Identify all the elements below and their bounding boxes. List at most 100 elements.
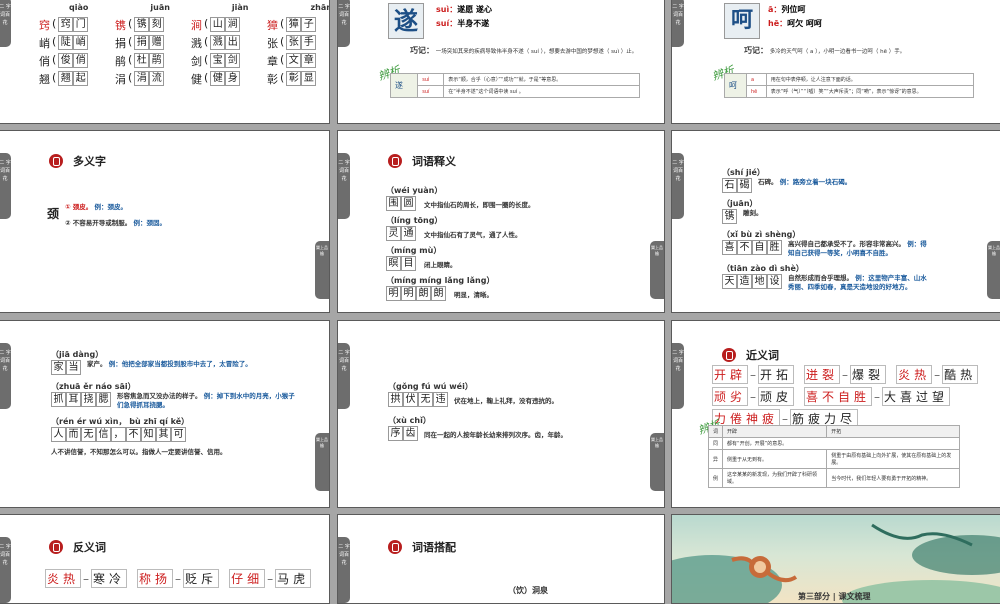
slide-title: 近义词 xyxy=(746,349,779,362)
definition: 文中指仙石的周长，即围一圈的长度。 xyxy=(424,200,535,209)
word-pair: 炎热 – 酷热 xyxy=(896,365,979,384)
pair-dash: – xyxy=(874,389,881,404)
char-box: 镌 xyxy=(722,209,737,224)
table-cell: hē xyxy=(746,85,767,98)
slide-thumb-8[interactable]: 二 字词百花 樂上品檢 （gǒng fú wú wéi）拱伏无违伏在地上，鞠上礼… xyxy=(337,320,665,508)
pinyin: （xǐ bù zì shèng） xyxy=(722,230,801,239)
slide-thumb-9[interactable]: 二 字词百花 近义词 开辟 – 开拓 迸裂 – 爆裂 炎热 – 酷热 顽劣 – 顽皮 喜不自胜 – 大喜过望… xyxy=(671,320,1000,508)
word-pair: 喜不自胜 – 大喜过望 xyxy=(804,387,951,406)
bracket: ( xyxy=(128,71,133,84)
definition-list: （wéi yuàn）围圆文中指仙石的周长，即围一圈的长度。 （líng tōng）… xyxy=(386,185,535,305)
base-char: 镌 xyxy=(115,19,126,32)
reading-words: 遂愿 遂心 xyxy=(457,5,492,14)
pair-word-b: 马虎 xyxy=(275,569,312,588)
char-group: 张(张手 xyxy=(267,35,329,51)
pinyin: （gǒng fú wú wéi） xyxy=(388,382,473,391)
reading-words: 呵欠 呵呵 xyxy=(787,19,822,28)
char-group: 獐(獐子 xyxy=(267,17,329,33)
word-boxes: 序齿 xyxy=(388,426,418,441)
pair-word-b: 寒冷 xyxy=(91,569,128,588)
char-box: 抓 xyxy=(51,392,66,407)
char-box: 违 xyxy=(433,392,448,407)
definition-item: （jiā dàng）家当家产。 例：他把全部家当都投到股市中去了，太冒险了。 xyxy=(51,349,311,375)
slide-thumb-11[interactable]: 二 字词百花 词语搭配 （饮）洞泉 xyxy=(337,514,665,604)
reading-label: suí： xyxy=(436,19,458,28)
word-line: 人而无信，不知其可人不讲信誉，不知那怎么可以。指做人一定要讲信誉、信用。 xyxy=(51,427,311,457)
char-group: 捐(捐赠 xyxy=(115,35,183,51)
slide-thumb-12[interactable]: 第三部分 | 课文梳理 xyxy=(671,514,1000,604)
antonym-pairs: 炎热 – 寒冷 称扬 – 贬斥 仔细 – 马虎 xyxy=(45,569,312,588)
side-tab: 二 字词百花 xyxy=(0,537,11,603)
word-boxes: 抓耳挠腮 xyxy=(51,392,111,407)
reading-words: 半身不遂 xyxy=(457,19,490,28)
pinyin: jiàn xyxy=(231,3,249,12)
word-boxes: 捐赠 xyxy=(134,35,165,51)
word-boxes: 张手 xyxy=(286,35,317,51)
definition: 伏在地上，鞠上礼拜，没有违抗的。 xyxy=(454,396,558,405)
char-box: 身 xyxy=(225,71,241,86)
seal-icon xyxy=(388,154,402,168)
slide-thumb-5[interactable]: 二 字词百花 樂上品檢 词语释义 （wéi yuàn）围圆文中指仙石的周长，即围… xyxy=(337,130,665,313)
char-row: 窍(窍门镌(镌刻涧(山涧獐(獐子 xyxy=(39,16,329,34)
bracket: ( xyxy=(204,35,209,48)
side-tab: 二 字词百花 xyxy=(0,153,11,219)
char-box: 明 xyxy=(386,286,401,301)
word-boxes: 瞑目 xyxy=(386,256,416,271)
reading-label: hē： xyxy=(768,19,788,28)
word-line: 镌雕刻。 xyxy=(722,209,962,224)
corner-badge: 樂上品檢 xyxy=(315,241,329,299)
char-group: 窍(窍门 xyxy=(39,17,107,33)
corner-badge: 樂上品檢 xyxy=(650,433,664,491)
tip-text: 多冷的天气呵（ a ），小明一边看书一边呵（ hē ）手。 xyxy=(769,49,906,55)
char-box: 文 xyxy=(286,53,302,68)
table-cell: suí xyxy=(417,85,445,98)
char-box: 剑 xyxy=(225,53,241,68)
char-box: 镌 xyxy=(134,17,150,32)
pair-dash: – xyxy=(782,411,789,426)
char-group: 涧(山涧 xyxy=(191,17,259,33)
char-group: 峭(陡峭 xyxy=(39,35,107,51)
word-boxes: 天造地设 xyxy=(722,274,782,289)
char-box: 当 xyxy=(66,360,81,375)
slide-header: 词语释义 xyxy=(388,153,456,169)
word-line: 天造地设自然形成而合乎理想。 例：这里物产丰富、山水秀丽、四季如春，真是天造地设… xyxy=(722,274,962,292)
pair-dash: – xyxy=(842,367,849,382)
collocation-item: （饮）洞泉 xyxy=(508,586,548,595)
definition: 文中指仙石有了灵气，通了人性。 xyxy=(424,230,522,239)
bracket: ( xyxy=(280,53,285,66)
char-group: 剑(宝剑 xyxy=(191,53,259,69)
table-cell: 都有“开创，开展”的意思。 xyxy=(722,437,960,450)
definition-item: （zhuā ěr náo sāi）抓耳挠腮形容焦急而又没办法的样子。 例：掉下到… xyxy=(51,381,311,410)
char-row: 俏(俊俏鹃(杜鹃剑(宝剑章(文章 xyxy=(39,52,329,70)
pinyin: （líng tōng） xyxy=(386,216,443,225)
pair-word-a: 迸裂 xyxy=(804,365,841,384)
char-box: 陡 xyxy=(58,35,74,50)
pair-dash: – xyxy=(267,571,274,586)
pinyin: （zhuā ěr náo sāi） xyxy=(51,382,136,391)
slide-thumb-2[interactable]: 二 字词百花 遂 suì：遂愿 遂心 suí：半身不遂 巧记： 一场突如其来的疾… xyxy=(337,0,665,124)
slide-thumb-6[interactable]: 二 字词百花 樂上品檢 （shí jié）石碣石碑。 例：路旁立着一块石碣。 （j… xyxy=(671,130,1000,313)
char-box: 峭 xyxy=(73,35,89,50)
slide-thumb-10[interactable]: 二 字词百花 反义词 炎热 – 寒冷 称扬 – 贬斥 仔细 – 马虎 xyxy=(0,514,330,604)
pinyin: （míng míng lǎng lǎng） xyxy=(386,276,495,285)
table-head: 遂 xyxy=(389,73,419,98)
definition-item: （míng míng lǎng lǎng）明明朗朗明显，清晰。 xyxy=(386,275,535,301)
char-box: 自 xyxy=(752,240,767,255)
char-box: 出 xyxy=(225,35,241,50)
char-box: 鹃 xyxy=(149,53,165,68)
slide-title: 反义词 xyxy=(73,541,106,554)
poly-char: 颈 xyxy=(47,207,60,221)
word-boxes: 陡峭 xyxy=(58,35,89,51)
char-box: 流 xyxy=(149,71,165,86)
slide-thumb-1[interactable]: 二 字词百花 qiào juān jiàn zhāng 窍(窍门镌(镌刻涧(山涧… xyxy=(0,0,330,124)
char-box: 伏 xyxy=(403,392,418,407)
definition-item: （tiān zào dì shè）天造地设自然形成而合乎理想。 例：这里物产丰富… xyxy=(722,263,962,292)
slide-thumb-7[interactable]: 二 字词百花 樂上品檢 （jiā dàng）家当家产。 例：他把全部家当都投到股… xyxy=(0,320,330,508)
table-cell: 表示“呼（气）”“（嘘）笑”“大声斥责”；同“嗬”，表示“惊讶”的意思。 xyxy=(765,85,975,98)
big-char: 遂 xyxy=(388,3,424,39)
side-tab: 二 字词百花 xyxy=(338,0,350,47)
base-char: 獐 xyxy=(267,19,278,32)
base-char: 峭 xyxy=(39,37,50,50)
slide-thumb-3[interactable]: 二 字词百花 呵 ā：列位呵 hē：呵欠 呵呵 巧记： 多冷的天气呵（ a ），… xyxy=(671,0,1000,124)
slide-thumb-4[interactable]: 二 字词百花 樂上品檢 多义字 颈 ① 颈皮。 例：颈皮。 ② 不容易开导或制服… xyxy=(0,130,330,313)
